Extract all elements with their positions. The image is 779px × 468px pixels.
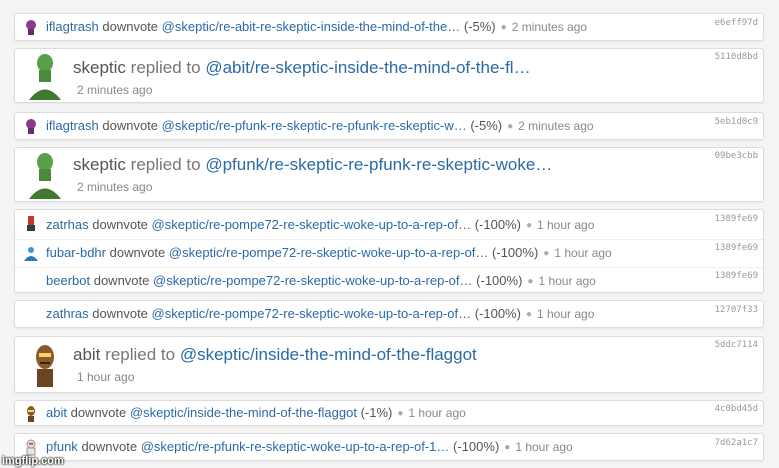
post-link[interactable]: @skeptic/re-pompe72-re-skeptic-woke-up-t… [169, 245, 489, 260]
action-verb: replied to [130, 58, 201, 77]
transaction-hash[interactable]: 5110d8bd [715, 52, 758, 62]
red-avatar-icon[interactable] [23, 215, 39, 232]
post-link[interactable]: @pfunk/re-skeptic-re-pfunk-re-skeptic-wo… [205, 155, 552, 174]
timestamp: 1 hour ago [408, 406, 466, 420]
transaction-hash[interactable]: 4c0bd45d [715, 404, 758, 414]
activity-row: pfunk downvote @skeptic/re-pfunk-re-skep… [15, 435, 763, 459]
transaction-hash[interactable]: 1389fe69 [715, 271, 758, 281]
action-verb: downvote [81, 439, 138, 454]
action-verb: downvote [92, 306, 148, 321]
imgflip-watermark: imgflip.com [2, 455, 64, 467]
activity-row: beerbot downvote @skeptic/re-pompe72-re-… [15, 267, 763, 294]
separator-dot: ● [543, 248, 550, 259]
post-link[interactable]: @skeptic/re-pompe72-re-skeptic-woke-up-t… [152, 306, 472, 321]
transaction-hash[interactable]: 7d62a1c7 [715, 438, 758, 448]
purple-avatar-icon[interactable] [23, 19, 39, 36]
separator-dot: ● [525, 309, 532, 320]
activity-row: zatrhas downvote @skeptic/re-pompe72-re-… [15, 211, 763, 238]
separator-dot: ● [527, 276, 534, 287]
activity-row: fubar-bdhr downvote @skeptic/re-pompe72-… [15, 239, 763, 267]
transaction-hash[interactable]: 1389fe69 [715, 214, 758, 224]
white-avatar-icon[interactable] [23, 439, 39, 456]
username-link[interactable]: abit [46, 405, 67, 420]
username-link[interactable]: skeptic [73, 155, 126, 174]
action-verb: replied to [105, 345, 176, 364]
timestamp: 1 hour ago [77, 370, 135, 384]
separator-dot: ● [525, 220, 532, 231]
timestamp: 1 hour ago [538, 274, 596, 288]
activity-card: abit downvote @skeptic/inside-the-mind-o… [14, 400, 764, 426]
separator-dot: ● [504, 442, 511, 453]
post-link[interactable]: @skeptic/re-pompe72-re-skeptic-woke-up-t… [152, 217, 472, 232]
vote-percent: (-100%) [476, 273, 523, 288]
action-verb: downvote [70, 405, 127, 420]
activity-row: iflagtrash downvote @skeptic/re-abit-re-… [15, 15, 763, 39]
transaction-hash[interactable]: 5ddc7114 [715, 340, 758, 350]
vote-percent: (-1%) [360, 405, 393, 420]
action-verb: downvote [102, 118, 159, 133]
vote-percent: (-100%) [453, 439, 500, 454]
action-verb: downvote [93, 273, 150, 288]
vote-percent: (-100%) [492, 245, 539, 260]
timestamp: 1 hour ago [554, 246, 612, 260]
timestamp: 2 minutes ago [77, 180, 153, 194]
action-verb: downvote [92, 217, 148, 232]
username-link[interactable]: zatrhas [46, 217, 89, 232]
activity-card: iflagtrash downvote @skeptic/re-abit-re-… [14, 13, 764, 41]
post-link[interactable]: @skeptic/inside-the-mind-of-the-flaggot [130, 405, 357, 420]
username-link[interactable]: iflagtrash [46, 118, 99, 133]
activity-card: zathras downvote @skeptic/re-pompe72-re-… [14, 300, 764, 328]
transaction-hash[interactable]: 1389fe69 [715, 243, 758, 253]
transaction-hash[interactable]: 12707f33 [715, 305, 758, 315]
green-avatar-icon[interactable] [25, 53, 65, 101]
transaction-hash[interactable]: 09be3cbb [715, 151, 758, 161]
activity-card: iflagtrash downvote @skeptic/re-pfunk-re… [14, 112, 764, 140]
separator-dot: ● [500, 22, 507, 33]
vote-percent: (-100%) [474, 217, 521, 232]
post-link[interactable]: @abit/re-skeptic-inside-the-mind-of-the-… [205, 58, 530, 77]
username-link[interactable]: skeptic [73, 58, 126, 77]
blue-avatar-icon[interactable] [23, 245, 39, 262]
action-verb: downvote [102, 19, 159, 34]
vote-group-card: zatrhas downvote @skeptic/re-pompe72-re-… [14, 209, 764, 293]
separator-dot: ● [397, 408, 404, 419]
brown-avatar-icon[interactable] [23, 405, 39, 422]
green-avatar-icon[interactable] [25, 152, 65, 200]
vote-percent: (-5%) [463, 19, 496, 34]
transaction-hash[interactable]: e6eff97d [715, 18, 758, 28]
username-link[interactable]: pfunk [46, 439, 78, 454]
activity-card: pfunk downvote @skeptic/re-pfunk-re-skep… [14, 433, 764, 461]
post-link[interactable]: @skeptic/re-abit-re-skeptic-inside-the-m… [162, 19, 461, 34]
post-link[interactable]: @skeptic/re-pfunk-re-skeptic-woke-up-to-… [141, 439, 450, 454]
activity-row: iflagtrash downvote @skeptic/re-pfunk-re… [15, 114, 763, 138]
username-link[interactable]: abit [73, 345, 100, 364]
post-link[interactable]: @skeptic/re-pfunk-re-skeptic-re-pfunk-re… [162, 118, 467, 133]
separator-dot: ● [507, 121, 514, 132]
timestamp: 2 minutes ago [518, 119, 594, 133]
transaction-hash[interactable]: 5eb1d0c9 [715, 117, 758, 127]
activity-row: zathras downvote @skeptic/re-pompe72-re-… [15, 302, 763, 326]
action-verb: downvote [109, 245, 166, 260]
username-link[interactable]: iflagtrash [46, 19, 99, 34]
username-link[interactable]: zathras [46, 306, 89, 321]
action-verb: replied to [130, 155, 201, 174]
reply-card: skeptic replied to @pfunk/re-skeptic-re-… [14, 147, 764, 202]
timestamp: 1 hour ago [537, 218, 595, 232]
post-link[interactable]: @skeptic/inside-the-mind-of-the-flaggot [180, 345, 477, 364]
username-link[interactable]: beerbot [46, 273, 90, 288]
username-link[interactable]: fubar-bdhr [46, 245, 106, 260]
post-link[interactable]: @skeptic/re-pompe72-re-skeptic-woke-up-t… [153, 273, 473, 288]
reply-card: abit replied to @skeptic/inside-the-mind… [14, 336, 764, 393]
vote-percent: (-100%) [474, 306, 521, 321]
reply-card: skeptic replied to @abit/re-skeptic-insi… [14, 48, 764, 103]
timestamp: 1 hour ago [537, 307, 595, 321]
activity-row: abit downvote @skeptic/inside-the-mind-o… [15, 401, 763, 425]
brown-avatar-icon[interactable] [25, 343, 65, 391]
vote-percent: (-5%) [470, 118, 503, 133]
timestamp: 2 minutes ago [77, 83, 153, 97]
timestamp: 1 hour ago [515, 440, 573, 454]
purple-avatar-icon[interactable] [23, 118, 39, 135]
timestamp: 2 minutes ago [511, 20, 588, 34]
